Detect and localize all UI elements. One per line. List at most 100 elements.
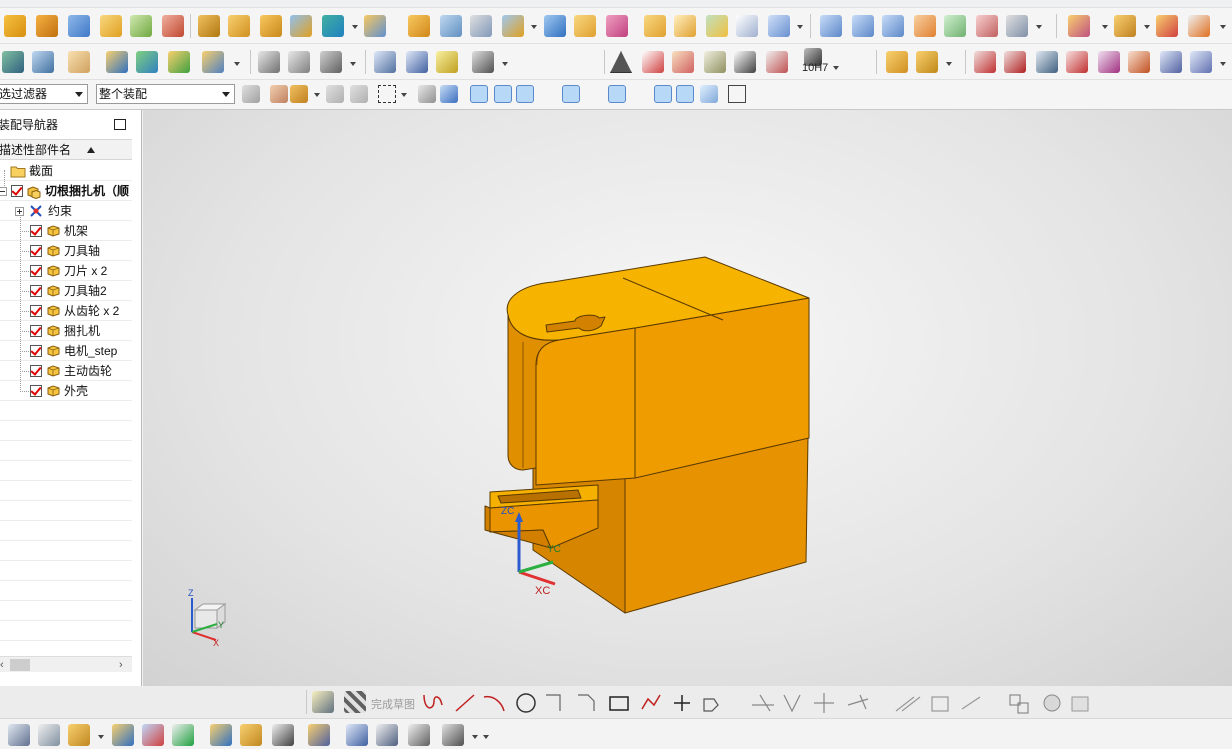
spell-check-icon[interactable] (202, 51, 224, 73)
layers-icon[interactable] (2, 51, 24, 73)
rectangle-select-icon[interactable] (378, 85, 396, 103)
bearing-icon[interactable] (436, 51, 458, 73)
component-properties-icon[interactable] (1188, 15, 1210, 37)
housing-model[interactable] (484, 256, 810, 614)
sequence-icon[interactable] (172, 724, 194, 746)
dropdown-arrow-icon[interactable] (1102, 25, 1108, 29)
replace-component-icon[interactable] (1156, 15, 1178, 37)
visibility-checkbox[interactable] (30, 285, 42, 297)
trim-body-icon[interactable] (364, 15, 386, 37)
bridge-curve-icon[interactable] (1160, 51, 1182, 73)
dropdown-arrow-icon[interactable] (531, 25, 537, 29)
dropdown-arrow-icon[interactable] (314, 93, 320, 97)
sheet-body-icon[interactable] (440, 85, 458, 103)
datum-feature-icon[interactable] (672, 51, 694, 73)
intersection-curve-icon[interactable] (1128, 51, 1150, 73)
collapse-icon[interactable] (0, 187, 7, 196)
dropdown-arrow-icon[interactable] (946, 62, 952, 66)
thread-icon[interactable] (644, 15, 666, 37)
finish-sketch-icon[interactable] (344, 691, 366, 713)
pattern-icon[interactable] (228, 15, 250, 37)
law-extension-icon[interactable] (944, 15, 966, 37)
link-icon[interactable] (272, 724, 294, 746)
navigator-column-header[interactable]: 描述性部件名 (0, 139, 132, 160)
profile-icon[interactable] (423, 694, 443, 709)
dimension-icon[interactable] (766, 51, 788, 73)
add-component-icon[interactable] (1068, 15, 1090, 37)
mate-icon[interactable] (106, 51, 128, 73)
studio-surface-icon[interactable] (976, 15, 998, 37)
layer-settings-icon[interactable] (32, 51, 54, 73)
eraser-icon[interactable] (68, 51, 90, 73)
face-blend-icon[interactable] (606, 15, 628, 37)
tangent-point-icon[interactable] (586, 85, 604, 103)
horizontal-scrollbar[interactable]: ‹ › (0, 656, 132, 672)
mirror-curve-icon[interactable] (931, 696, 949, 712)
unsew-icon[interactable] (470, 15, 492, 37)
pattern-feature-icon[interactable] (260, 15, 282, 37)
offset-region-icon[interactable] (768, 15, 790, 37)
point-on-curve-icon[interactable] (676, 85, 694, 103)
filter-settings-icon[interactable] (242, 85, 260, 103)
existing-point-icon[interactable] (654, 85, 672, 103)
explode-view-icon[interactable] (142, 724, 164, 746)
move-component-icon[interactable] (136, 51, 158, 73)
extend-sheet-icon[interactable] (736, 15, 758, 37)
rectangle-icon[interactable] (609, 696, 629, 711)
offset-curve-icon[interactable] (1066, 51, 1088, 73)
mechanism-icon[interactable] (442, 724, 464, 746)
part-navigator-icon[interactable] (38, 724, 60, 746)
dropdown-arrow-icon[interactable] (502, 62, 508, 66)
scroll-left-icon[interactable]: ‹ (0, 658, 4, 672)
block-icon[interactable] (68, 15, 90, 37)
studio-spline-icon[interactable] (1036, 51, 1058, 73)
edge-blend-icon[interactable] (544, 15, 566, 37)
arc-icon[interactable] (1004, 51, 1026, 73)
dropdown-arrow-icon[interactable] (1036, 25, 1042, 29)
emboss-icon[interactable] (674, 15, 696, 37)
point-icon[interactable] (674, 695, 690, 711)
quadrant-point-icon[interactable] (630, 85, 648, 103)
expand-icon[interactable] (15, 207, 24, 216)
dropdown-arrow-icon[interactable] (1144, 25, 1150, 29)
through-curves-icon[interactable] (820, 15, 842, 37)
dropdown-arrow-icon[interactable] (797, 25, 803, 29)
dropdown-arrow-icon[interactable] (1220, 62, 1226, 66)
wave-icon[interactable] (210, 724, 232, 746)
fastener-icon[interactable] (376, 724, 398, 746)
tree-row-part[interactable]: 从齿轮 x 2 (0, 301, 132, 321)
deselect-icon[interactable] (326, 85, 344, 103)
make-corner-icon[interactable] (814, 693, 834, 713)
align-icon[interactable] (320, 51, 342, 73)
tool-icon[interactable] (472, 51, 494, 73)
dropdown-arrow-icon[interactable] (483, 735, 489, 739)
visibility-checkbox[interactable] (30, 265, 42, 277)
geometric-constraint-icon[interactable] (1043, 694, 1061, 712)
note-icon[interactable] (734, 51, 756, 73)
extract-icon[interactable] (198, 15, 220, 37)
n-sided-icon[interactable] (914, 15, 936, 37)
tree-row-section[interactable]: 截面 (0, 161, 132, 181)
through-mesh-icon[interactable] (852, 15, 874, 37)
sketch-icon[interactable] (312, 691, 334, 713)
tree-row-part[interactable]: 电机_step (0, 341, 132, 361)
derived-line-icon[interactable] (961, 696, 981, 710)
clearance-icon[interactable] (308, 724, 330, 746)
auto-constraint-icon[interactable] (1071, 696, 1089, 712)
datum-target-icon[interactable] (704, 51, 726, 73)
extract-curve-icon[interactable] (1190, 51, 1212, 73)
dropdown-arrow-icon[interactable] (1220, 25, 1226, 29)
visibility-checkbox[interactable] (30, 345, 42, 357)
finish-sketch-label[interactable]: 完成草图 (371, 696, 415, 712)
spline-icon[interactable] (641, 694, 661, 710)
shell-icon[interactable] (4, 15, 26, 37)
tree-row-part[interactable]: 机架 (0, 221, 132, 241)
triangle-icon[interactable] (610, 51, 632, 73)
table-icon[interactable] (642, 51, 664, 73)
split-body-icon[interactable] (408, 15, 430, 37)
polygon-icon[interactable] (703, 698, 719, 712)
visibility-checkbox[interactable] (30, 325, 42, 337)
tree-row-part[interactable]: 刀具轴 (0, 241, 132, 261)
circle-icon[interactable] (516, 693, 536, 713)
bolt-icon[interactable] (374, 51, 396, 73)
